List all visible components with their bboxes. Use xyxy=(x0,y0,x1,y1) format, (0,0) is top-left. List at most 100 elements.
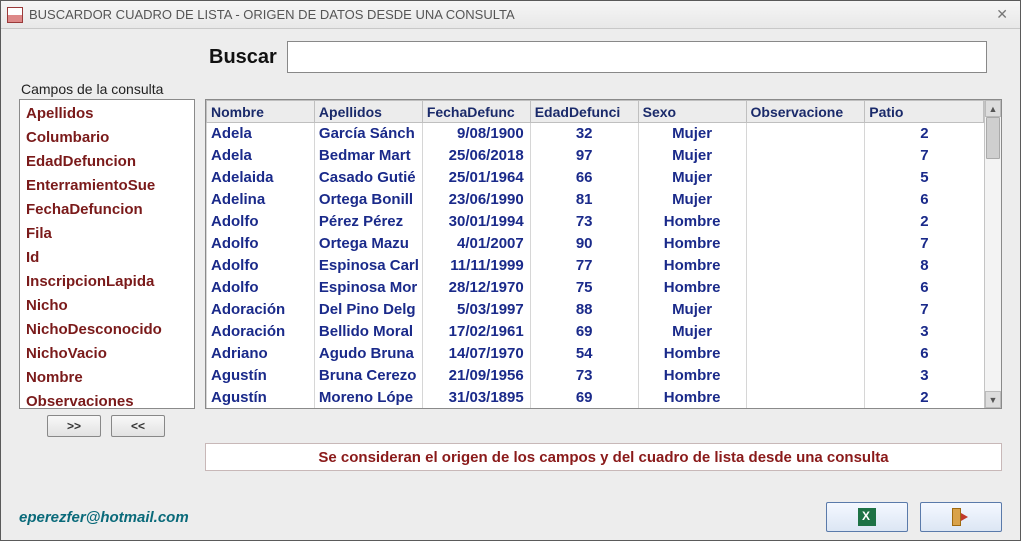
field-listbox[interactable]: ApellidosColumbarioEdadDefuncionEnterram… xyxy=(19,99,195,409)
grid-cell-fecha[interactable]: 21/09/1956 xyxy=(422,365,530,387)
field-list-item[interactable]: NichoDesconocido xyxy=(20,318,194,342)
grid-cell-fecha[interactable]: 31/03/1895 xyxy=(422,387,530,409)
grid-cell-obs[interactable] xyxy=(746,365,865,387)
grid-cell-edad[interactable]: 66 xyxy=(530,167,638,189)
exit-button[interactable] xyxy=(920,502,1002,532)
grid-cell-edad[interactable]: 77 xyxy=(530,255,638,277)
grid-cell-edad[interactable]: 69 xyxy=(530,387,638,409)
table-row[interactable]: AdrianoAgudo Bruna14/07/197054Hombre6 xyxy=(207,343,984,365)
grid-cell-apellidos[interactable]: Espinosa Mor xyxy=(314,277,422,299)
grid-cell-obs[interactable] xyxy=(746,343,865,365)
grid-cell-edad[interactable]: 73 xyxy=(530,365,638,387)
grid-cell-fecha[interactable]: 5/03/1997 xyxy=(422,299,530,321)
grid-cell-fecha[interactable]: 9/08/1900 xyxy=(422,123,530,145)
field-list-item[interactable]: Fila xyxy=(20,222,194,246)
grid-cell-apellidos[interactable]: Pérez Pérez xyxy=(314,211,422,233)
field-list-item[interactable]: Nombre xyxy=(20,366,194,390)
grid-cell-edad[interactable]: 54 xyxy=(530,343,638,365)
scroll-down-icon[interactable]: ▼ xyxy=(985,391,1001,408)
grid-cell-patio[interactable]: 7 xyxy=(865,299,984,321)
grid-cell-apellidos[interactable]: Casado Gutié xyxy=(314,167,422,189)
grid-cell-apellidos[interactable]: Ortega Bonill xyxy=(314,189,422,211)
grid-cell-edad[interactable]: 90 xyxy=(530,233,638,255)
grid-header[interactable]: EdadDefunci xyxy=(530,101,638,123)
grid-cell-apellidos[interactable]: Bellido Moral xyxy=(314,321,422,343)
table-row[interactable]: AdolfoOrtega Mazu4/01/200790Hombre 7 xyxy=(207,233,984,255)
field-list-item[interactable]: Apellidos xyxy=(20,102,194,126)
grid-cell-sexo[interactable]: Hombre xyxy=(638,343,746,365)
grid-cell-edad[interactable]: 73 xyxy=(530,211,638,233)
table-row[interactable]: AdelaBedmar Mart25/06/201897Mujer7 xyxy=(207,145,984,167)
grid-cell-fecha[interactable]: 25/06/2018 xyxy=(422,145,530,167)
grid-cell-patio[interactable]: 3 xyxy=(865,321,984,343)
grid-cell-nombre[interactable]: Adoración xyxy=(207,321,315,343)
grid-cell-patio[interactable]: 5 xyxy=(865,167,984,189)
grid-cell-fecha[interactable]: 11/11/1999 xyxy=(422,255,530,277)
grid-cell-nombre[interactable]: Adela xyxy=(207,145,315,167)
field-list-item[interactable]: EdadDefuncion xyxy=(20,150,194,174)
grid-cell-apellidos[interactable]: Del Pino Delg xyxy=(314,299,422,321)
grid-cell-sexo[interactable]: Mujer xyxy=(638,145,746,167)
grid-header[interactable]: Patio xyxy=(865,101,984,123)
grid-cell-apellidos[interactable]: Espinosa Carl xyxy=(314,255,422,277)
grid-cell-edad[interactable]: 69 xyxy=(530,321,638,343)
grid-cell-fecha[interactable]: 28/12/1970 xyxy=(422,277,530,299)
grid-cell-patio[interactable]: 2 xyxy=(865,123,984,145)
grid-cell-sexo[interactable]: Mujer xyxy=(638,299,746,321)
table-row[interactable]: AdoraciónBellido Moral17/02/196169Mujer3 xyxy=(207,321,984,343)
grid-cell-patio[interactable]: 7 xyxy=(865,233,984,255)
field-list-item[interactable]: Observaciones xyxy=(20,390,194,409)
grid-cell-patio[interactable]: 3 xyxy=(865,365,984,387)
grid-cell-sexo[interactable]: Hombre xyxy=(638,387,746,409)
grid-cell-sexo[interactable]: Mujer xyxy=(638,123,746,145)
table-row[interactable]: AgustínMoreno Lópe31/03/189569Hombre 2 xyxy=(207,387,984,409)
grid-cell-patio[interactable]: 2 xyxy=(865,211,984,233)
grid-cell-fecha[interactable]: 23/06/1990 xyxy=(422,189,530,211)
grid-cell-obs[interactable] xyxy=(746,189,865,211)
export-excel-button[interactable] xyxy=(826,502,908,532)
grid-cell-fecha[interactable]: 4/01/2007 xyxy=(422,233,530,255)
grid-cell-patio[interactable]: 2 xyxy=(865,387,984,409)
back-button[interactable]: << xyxy=(111,415,165,437)
grid-cell-patio[interactable]: 6 xyxy=(865,343,984,365)
grid-cell-obs[interactable] xyxy=(746,233,865,255)
grid-header[interactable]: Apellidos xyxy=(314,101,422,123)
field-list-item[interactable]: EnterramientoSue xyxy=(20,174,194,198)
grid-cell-sexo[interactable]: Hombre xyxy=(638,365,746,387)
grid-cell-nombre[interactable]: Adolfo xyxy=(207,233,315,255)
grid-cell-apellidos[interactable]: Moreno Lópe xyxy=(314,387,422,409)
field-list-item[interactable]: NichoVacio xyxy=(20,342,194,366)
scroll-up-icon[interactable]: ▲ xyxy=(985,100,1001,117)
grid-cell-nombre[interactable]: Adoración xyxy=(207,299,315,321)
grid-cell-fecha[interactable]: 25/01/1964 xyxy=(422,167,530,189)
grid-cell-patio[interactable]: 7 xyxy=(865,145,984,167)
field-list-item[interactable]: Nicho xyxy=(20,294,194,318)
grid-cell-sexo[interactable]: Hombre xyxy=(638,211,746,233)
search-input[interactable] xyxy=(287,41,987,73)
grid-scrollbar[interactable]: ▲ ▼ xyxy=(984,100,1001,408)
field-list-item[interactable]: Columbario xyxy=(20,126,194,150)
scroll-track[interactable] xyxy=(985,117,1001,391)
grid-cell-nombre[interactable]: Agustín xyxy=(207,365,315,387)
grid-cell-apellidos[interactable]: Ortega Mazu xyxy=(314,233,422,255)
grid-cell-obs[interactable] xyxy=(746,145,865,167)
grid-cell-sexo[interactable]: Hombre xyxy=(638,233,746,255)
field-list-item[interactable]: InscripcionLapida xyxy=(20,270,194,294)
grid-cell-edad[interactable]: 32 xyxy=(530,123,638,145)
grid-cell-fecha[interactable]: 17/02/1961 xyxy=(422,321,530,343)
table-row[interactable]: AgustínBruna Cerezo21/09/195673Hombre3 xyxy=(207,365,984,387)
scroll-thumb[interactable] xyxy=(986,117,1000,159)
grid-cell-nombre[interactable]: Agustín xyxy=(207,387,315,409)
grid-cell-obs[interactable] xyxy=(746,387,865,409)
grid-cell-fecha[interactable]: 14/07/1970 xyxy=(422,343,530,365)
grid-cell-sexo[interactable]: Mujer xyxy=(638,189,746,211)
grid-cell-edad[interactable]: 81 xyxy=(530,189,638,211)
grid-header[interactable]: Observacione xyxy=(746,101,865,123)
close-icon[interactable]: ✕ xyxy=(990,6,1014,23)
grid-cell-nombre[interactable]: Adolfo xyxy=(207,255,315,277)
grid-cell-apellidos[interactable]: García Sánch xyxy=(314,123,422,145)
grid-header[interactable]: Sexo xyxy=(638,101,746,123)
grid-cell-fecha[interactable]: 30/01/1994 xyxy=(422,211,530,233)
grid-header[interactable]: Nombre xyxy=(207,101,315,123)
table-row[interactable]: AdolfoEspinosa Carl11/11/199977Hombre8 xyxy=(207,255,984,277)
